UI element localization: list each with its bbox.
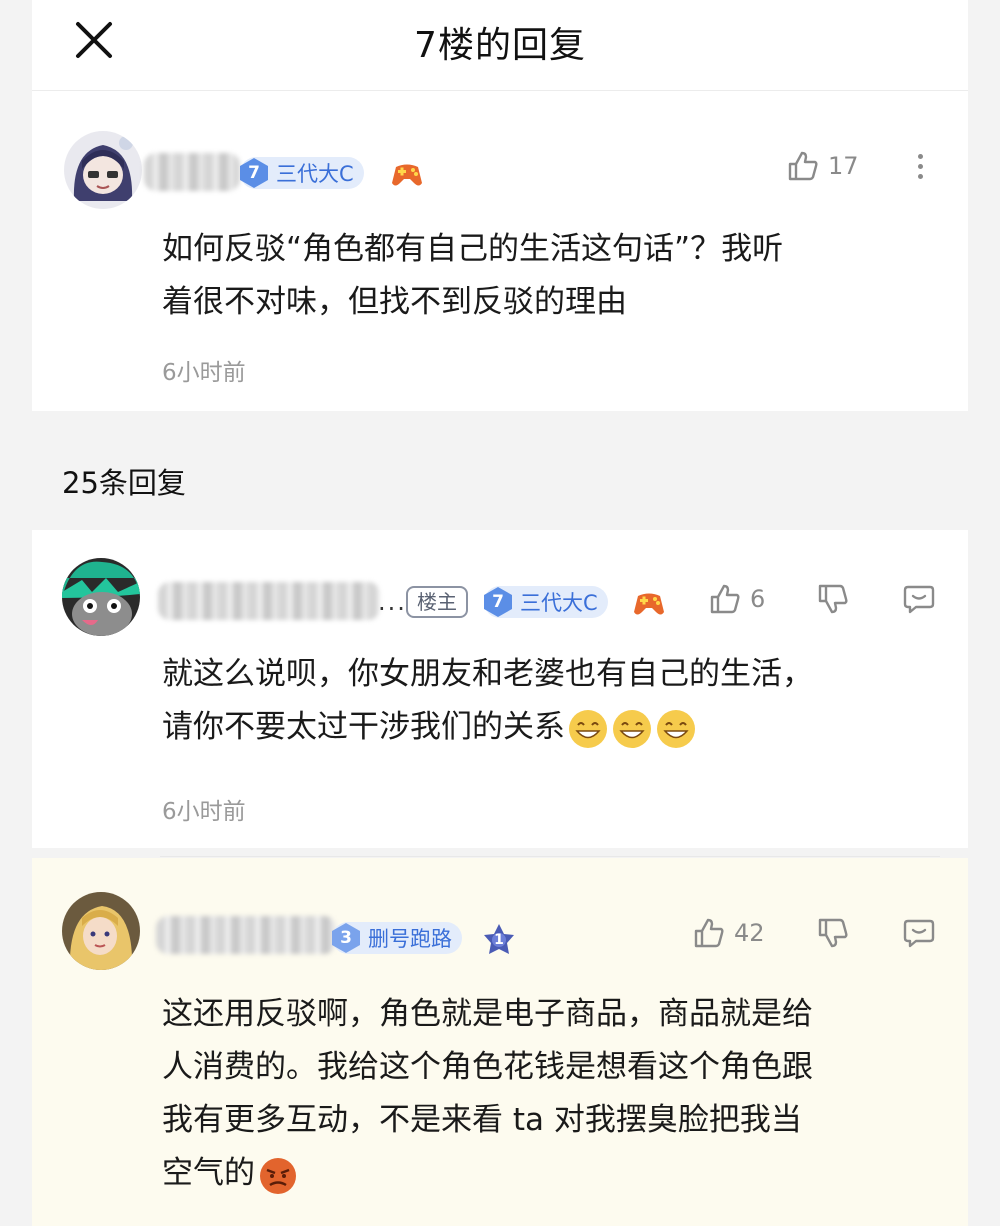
thumbs-down-icon — [818, 918, 848, 948]
thumbs-down-icon — [818, 584, 848, 614]
reply-button[interactable] — [902, 582, 936, 616]
level-badge: 7 三代大C — [484, 586, 608, 618]
gamepad-badge-icon — [390, 157, 424, 191]
username-blurred[interactable] — [158, 582, 380, 620]
reply-count: 25条回复 — [62, 466, 186, 500]
comment-icon — [903, 919, 935, 948]
post-time: 6小时前 — [162, 360, 246, 386]
level-gem-icon: 3 — [330, 922, 362, 954]
comment-icon — [903, 585, 935, 614]
level-title: 三代大C — [520, 591, 598, 615]
reply-item: 3 删号跑路 1 42 这还用反驳啊，角色就是电子商品，商品就是给 人消费的。我… — [32, 858, 968, 1226]
host-tag: 楼主 — [406, 586, 468, 618]
level-title: 三代大C — [276, 162, 354, 186]
like-button[interactable]: 17 — [786, 149, 859, 183]
like-button[interactable]: 6 — [708, 582, 765, 616]
rank-badge: 1 — [482, 922, 516, 956]
level-badge: 3 删号跑路 — [332, 922, 462, 954]
more-options-icon[interactable] — [910, 149, 930, 189]
grin-emoji-icon — [655, 708, 697, 750]
username-ellipsis: ... — [378, 588, 407, 616]
dislike-button[interactable] — [816, 582, 850, 616]
angry-emoji-icon — [257, 1154, 299, 1196]
reply-text: 就这么说呗，你女朋友和老婆也有自己的生活， 请你不要太过干涉我们的关系 — [162, 648, 952, 754]
avatar[interactable] — [62, 558, 140, 636]
original-post: 7 三代大C 17 如何反驳“角色都有自己的生活这句话”？我听 着很不对味，但找… — [32, 91, 968, 411]
header-bar: 7楼的回复 — [32, 0, 968, 91]
reply-item: ... 楼主 7 三代大C 6 就这么说呗，你女朋友和老婆也有自己的生活， 请你… — [32, 530, 968, 848]
reply-button[interactable] — [902, 916, 936, 950]
level-gem-icon: 7 — [482, 586, 514, 618]
like-button[interactable]: 42 — [692, 916, 765, 950]
level-gem-icon: 7 — [238, 157, 270, 189]
gamepad-badge-icon — [632, 586, 666, 620]
reply-time: 6小时前 — [162, 799, 246, 825]
username-blurred[interactable] — [144, 153, 240, 191]
thumbs-up-icon — [788, 151, 818, 181]
rank-number: 1 — [494, 932, 504, 948]
level-badge: 7 三代大C — [240, 157, 364, 189]
grin-emoji-icon — [567, 708, 609, 750]
username-blurred[interactable] — [156, 916, 336, 954]
divider — [160, 856, 940, 857]
like-count: 6 — [750, 585, 766, 613]
like-count: 17 — [828, 152, 859, 180]
thumbs-up-icon — [694, 918, 724, 948]
grin-emoji-icon — [611, 708, 653, 750]
page-title: 7楼的回复 — [414, 25, 586, 66]
post-text: 如何反驳“角色都有自己的生活这句话”？我听 着很不对味，但找不到反驳的理由 — [162, 231, 784, 320]
avatar[interactable] — [62, 892, 140, 970]
reply-text: 这还用反驳啊，角色就是电子商品，商品就是给 人消费的。我给这个角色花钱是想看这个… — [162, 988, 952, 1200]
level-title: 删号跑路 — [368, 927, 452, 951]
dislike-button[interactable] — [816, 916, 850, 950]
avatar[interactable] — [64, 131, 142, 209]
thumbs-up-icon — [710, 584, 740, 614]
like-count: 42 — [734, 919, 765, 947]
